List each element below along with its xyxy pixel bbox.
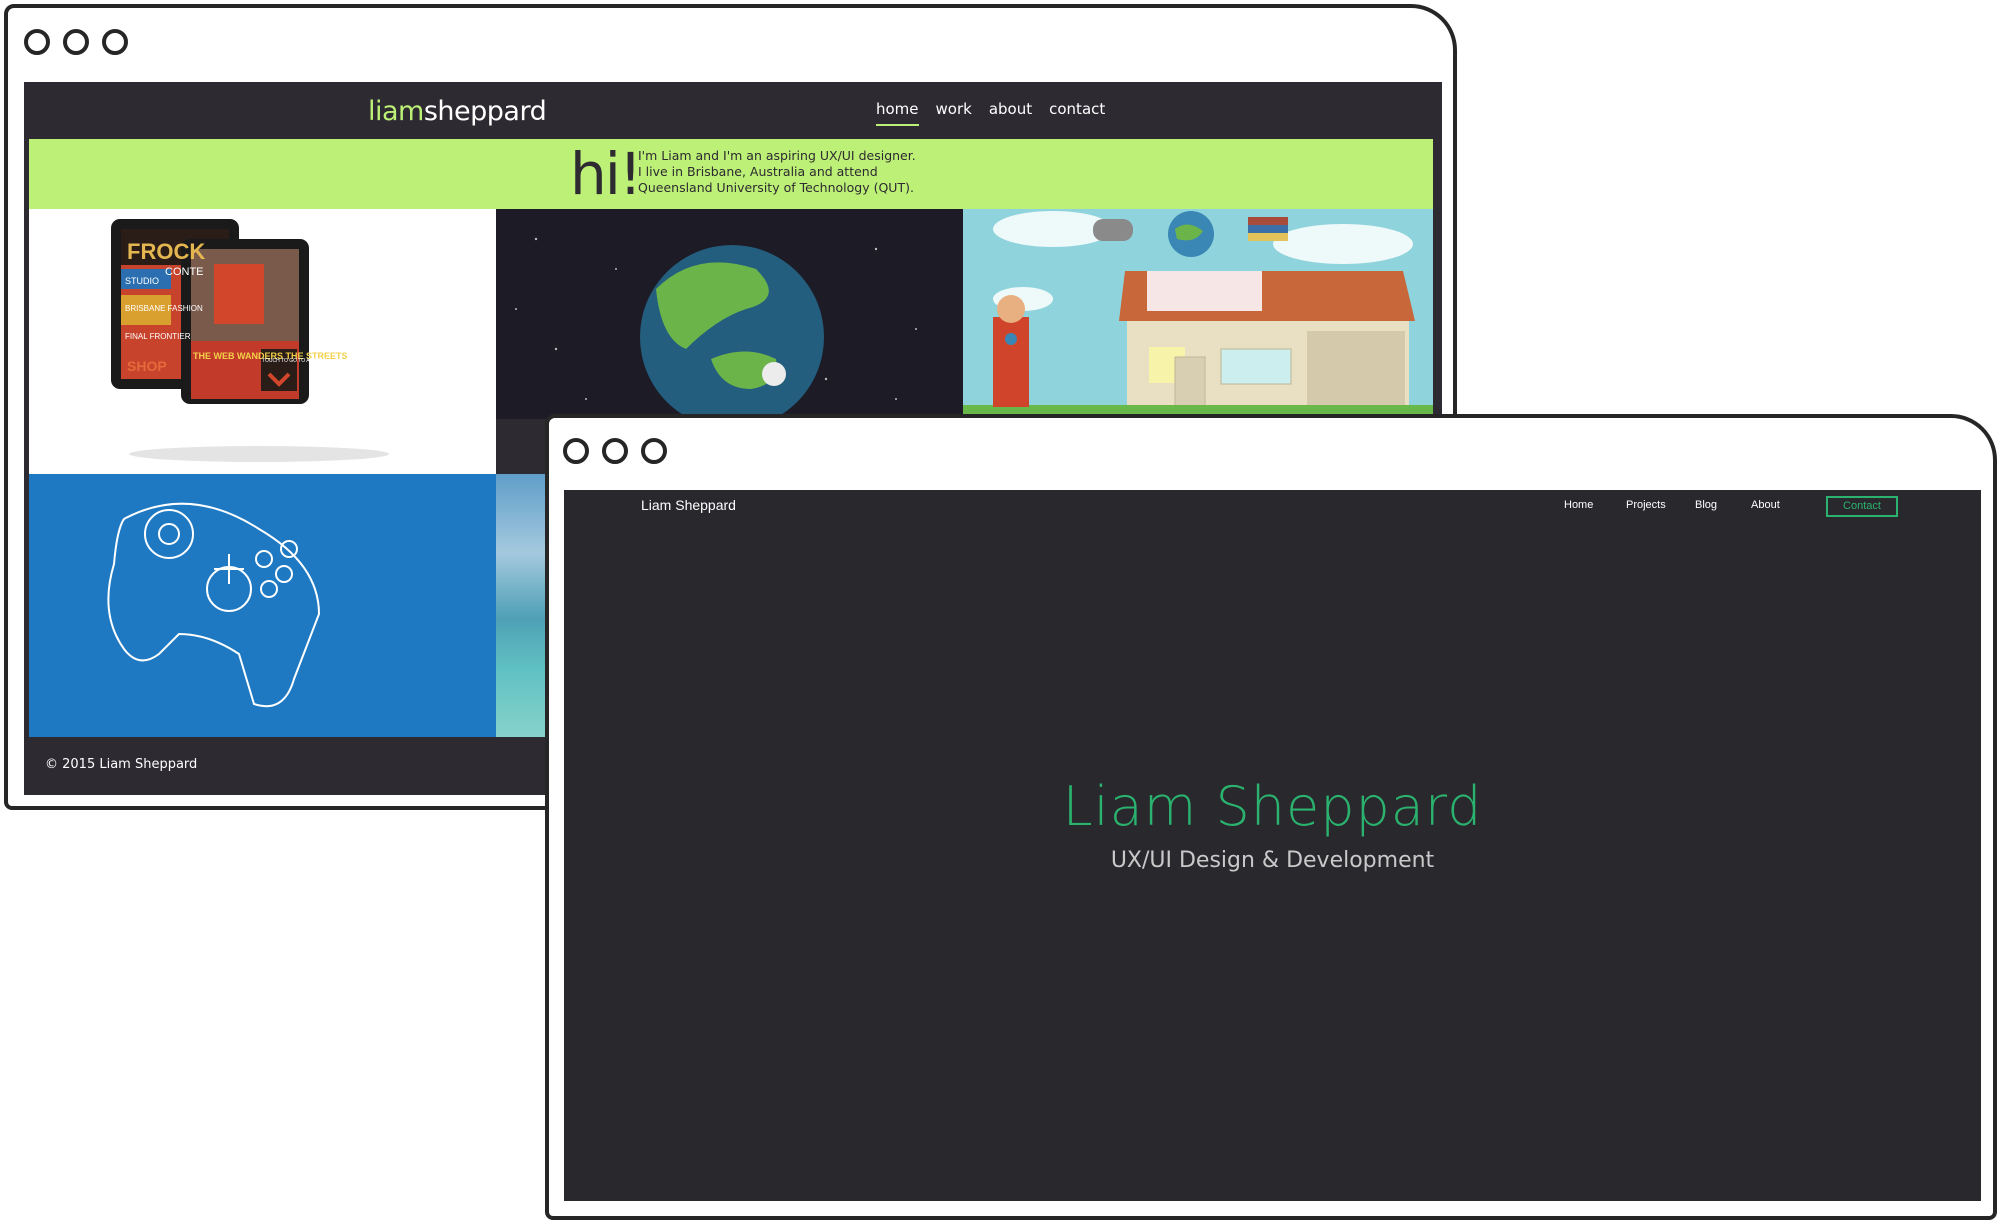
project-tile-house[interactable] — [963, 209, 1433, 419]
site-logo[interactable]: Liam Sheppard — [641, 497, 736, 513]
logo-highlight: liam — [368, 96, 424, 127]
magazine-cta: TOUCH TO GO TO ARTICLE — [262, 358, 328, 364]
window-controls — [563, 438, 667, 464]
circle-icon[interactable] — [63, 29, 89, 55]
intro-line: I live in Brisbane, Australia and attend — [638, 164, 878, 179]
earth-image — [515, 237, 917, 419]
new-site-page: Liam Sheppard Home Projects Blog About C… — [564, 490, 1981, 1201]
nav-blog[interactable]: Blog — [1695, 499, 1717, 511]
nav-about[interactable]: about — [989, 100, 1032, 126]
nav-projects[interactable]: Projects — [1626, 499, 1666, 511]
project-tile-earth[interactable] — [496, 209, 963, 419]
copyright-footer: © 2015 Liam Sheppard — [45, 757, 198, 772]
nav-home[interactable]: home — [876, 100, 919, 126]
intro-line: Queensland University of Technology (QUT… — [638, 180, 914, 195]
nav-home[interactable]: Home — [1564, 499, 1593, 511]
window-controls — [24, 29, 128, 55]
new-portfolio-window: Liam Sheppard Home Projects Blog About C… — [545, 414, 1997, 1220]
project-tile-controller[interactable] — [29, 474, 496, 737]
magazine-final: FINAL FRONTIER — [125, 332, 191, 341]
hero-title: Liam Sheppard — [1062, 775, 1483, 838]
controller-image — [107, 502, 321, 708]
magazine-brisbane: BRISBANE FASHION — [125, 304, 203, 313]
circle-icon[interactable] — [24, 29, 50, 55]
circle-icon[interactable] — [102, 29, 128, 55]
circle-icon[interactable] — [563, 438, 589, 464]
magazine-shop: SHOP — [127, 358, 167, 374]
contact-button[interactable]: Contact — [1826, 496, 1898, 517]
greeting: hi! — [570, 140, 642, 208]
site-logo[interactable]: liamsheppard — [368, 96, 547, 127]
nav-about[interactable]: About — [1751, 499, 1780, 511]
nav-work[interactable]: work — [936, 100, 972, 126]
intro-banner: hi! I'm Liam and I'm an aspiring UX/UI d… — [29, 139, 1433, 209]
intro-line: I'm Liam and I'm an aspiring UX/UI desig… — [638, 148, 916, 163]
tablets-image: FROCK CONTE STUDIO BRISBANE FASHION FINA… — [111, 219, 389, 462]
hero-subtitle: UX/UI Design & Development — [1110, 848, 1435, 873]
circle-icon[interactable] — [602, 438, 628, 464]
circle-icon[interactable] — [641, 438, 667, 464]
magazine-subtitle: CONTE — [165, 266, 204, 278]
main-nav: home work about contact — [876, 100, 1105, 126]
logo-rest: sheppard — [423, 96, 547, 127]
project-tile-magazine[interactable]: FROCK CONTE STUDIO BRISBANE FASHION FINA… — [29, 209, 496, 474]
nav-contact[interactable]: contact — [1049, 100, 1105, 126]
house-image — [963, 211, 1433, 419]
magazine-title: FROCK — [127, 239, 205, 264]
intro-text: I'm Liam and I'm an aspiring UX/UI desig… — [638, 148, 938, 196]
magazine-studio: STUDIO — [125, 276, 159, 286]
